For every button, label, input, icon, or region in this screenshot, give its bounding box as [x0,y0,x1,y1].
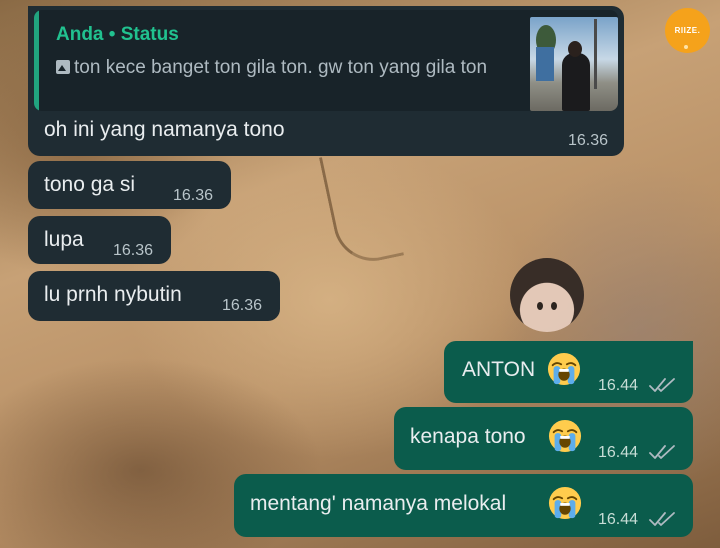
message-text: ANTON [462,358,536,381]
read-ticks-icon [649,512,675,526]
message-time: 16.36 [113,242,154,259]
message-bubble-outgoing[interactable]: kenapa tono 16.44 [394,407,693,470]
message-bubble-outgoing[interactable]: mentang' namanya melokal 16.44 [234,474,693,537]
status-thumbnail[interactable] [530,17,618,111]
message-time: 16.44 [598,377,639,394]
quote-text-content: ton kece banget ton gila ton. gw ton yan… [74,57,488,78]
message-bubble-outgoing[interactable]: ANTON 16.44 [444,341,693,403]
message-bubble-incoming[interactable]: lu prnh nybutin 16.36 [28,271,280,321]
message-time: 16.36 [222,297,263,314]
wallpaper-necklace-decor [318,144,405,269]
wallpaper-face-decor [510,258,584,332]
message-bubble-incoming[interactable]: tono ga si 16.36 [28,161,231,209]
quote-accent-bar [34,10,39,111]
thumbnail-traffic-pole [594,19,597,89]
message-time: 16.44 [598,444,639,461]
loudly-crying-face-emoji [548,419,582,453]
loudly-crying-face-emoji [547,352,581,386]
message-bubble-incoming[interactable]: Anda • Status ton kece banget ton gila t… [28,6,624,156]
message-text: oh ini yang namanya tono [44,118,285,141]
quoted-status-preview[interactable]: Anda • Status ton kece banget ton gila t… [34,10,618,111]
thumbnail-person [562,53,590,111]
thumbnail-person-head [568,41,582,57]
riize-logo-dot [684,45,688,49]
message-text: tono ga si [44,173,136,196]
read-ticks-icon [649,378,675,392]
message-time: 16.36 [173,187,214,204]
message-time: 16.44 [598,511,639,528]
thumbnail-sign [536,47,554,81]
read-ticks-icon [649,445,675,459]
quote-author: Anda • Status [56,24,179,45]
message-text: kenapa tono [410,425,526,448]
message-time: 16.36 [568,132,609,149]
image-icon [56,60,70,74]
loudly-crying-face-emoji [548,486,582,520]
message-bubble-incoming[interactable]: lupa 16.36 [28,216,171,264]
message-text: lupa [44,228,84,251]
message-text: mentang' namanya melokal [250,492,507,515]
quote-text: ton kece banget ton gila ton. gw ton yan… [56,56,526,80]
message-text: lu prnh nybutin [44,283,182,306]
